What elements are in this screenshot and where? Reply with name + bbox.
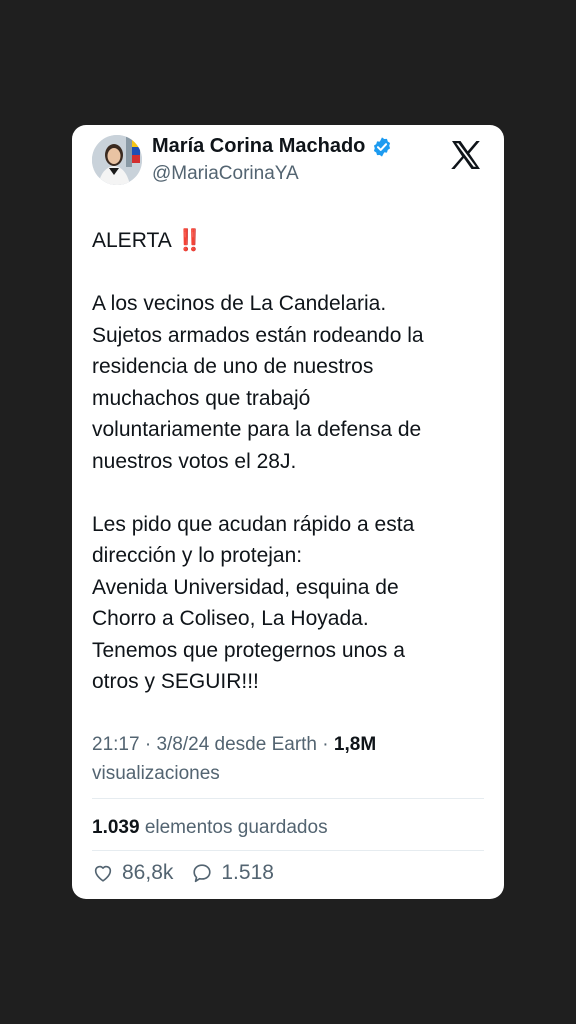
views-label: visualizaciones [92,763,220,784]
heart-icon [94,865,112,882]
text-line: Les pido que acudan rápido a esta [92,512,415,536]
action-bar: 86,8k 1.518 [92,861,292,885]
verified-badge-icon [374,136,391,157]
profile-photo-icon [92,135,142,185]
tweet-date-source[interactable]: 3/8/24 desde Earth [156,734,317,755]
text-line: voluntariamente para la defensa de [92,418,422,441]
alert-word: ALERTA [92,229,171,252]
saved-count: 1.039 [92,817,140,838]
reply-button[interactable]: 1.518 [191,861,274,885]
text-line: dirección y lo protejan: [92,544,303,567]
paragraph-1: A los vecinos de La Candelaria. Sujetos … [92,288,487,477]
double-exclamation-icon: ‼️ [176,229,202,252]
text-line: A los vecinos de La Candelaria. [92,292,387,315]
divider [92,798,484,799]
x-logo-icon[interactable] [450,139,482,171]
tweet-body: ALERTA ‼️ A los vecinos de La Candelaria… [92,225,487,698]
avatar[interactable] [92,135,142,185]
text-line: otros y SEGUIR!!! [92,670,259,693]
saved-label: elementos guardados [144,817,328,838]
saved-stat[interactable]: 1.039 elementos guardados [92,817,328,839]
name-row: María Corina Machado [152,135,393,158]
views-count: 1,8M [333,734,377,755]
comment-icon [193,864,211,883]
like-count: 86,8k [122,861,174,884]
like-button[interactable]: 86,8k [92,861,173,885]
alert-line: ALERTA ‼️ [92,225,487,257]
text-line: Avenida Universidad, esquina de [92,575,399,599]
text-line: nuestros votos el 28J. [92,449,297,473]
tweet-meta: 21:17 · 3/8/24 desde Earth · 1,8M visual… [92,730,487,788]
text-line: residencia de uno de nuestros [92,355,374,378]
meta-separator: · [317,734,334,755]
display-name[interactable]: María Corina Machado [152,135,365,158]
reply-count: 1.518 [221,861,274,884]
tweet-card: María Corina Machado @MariaCorinaYA ALER… [72,125,504,899]
paragraph-2: Les pido que acudan rápido a esta direcc… [92,509,487,698]
text-line: Sujetos armados están rodeando la [92,323,424,347]
divider [92,850,484,851]
text-line: Chorro a Coliseo, La Hoyada. [92,607,369,630]
tweet-time[interactable]: 21:17 [92,734,140,755]
text-line: Tenemos que protegernos unos a [92,638,405,662]
user-handle[interactable]: @MariaCorinaYA [152,163,299,185]
text-line: muchachos que trabajó [92,386,311,410]
meta-separator: · [139,734,157,755]
